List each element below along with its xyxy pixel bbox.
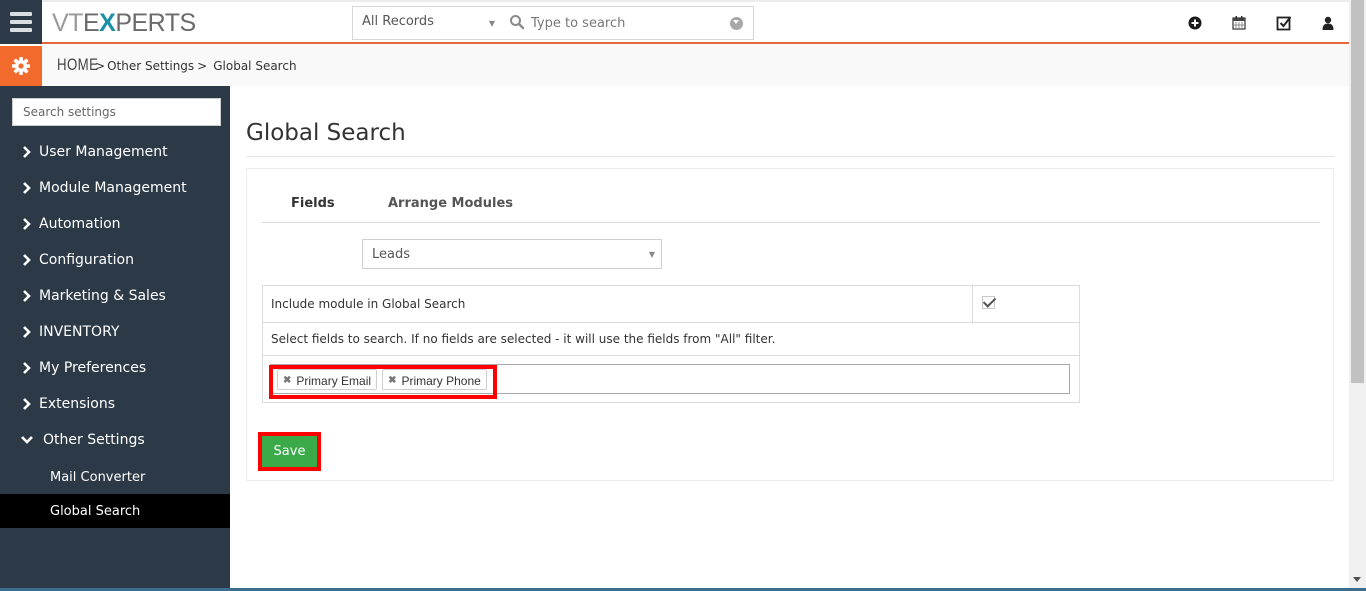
chevron-right-icon <box>23 326 31 338</box>
sidebar-subitem-mail-converter[interactable]: Mail Converter <box>0 460 230 494</box>
page-title: Global Search <box>246 120 406 146</box>
sidebar-item-label: Other Settings <box>43 432 145 448</box>
tab-bar: Fields Arrange Modules <box>262 187 1320 223</box>
sidebar-item-label: Automation <box>39 216 121 232</box>
vertical-scrollbar[interactable] <box>1349 0 1366 591</box>
dropdown-caret-icon: ▼ <box>648 250 655 259</box>
field-tag-label: Primary Phone <box>401 373 481 388</box>
sidebar-item-other-settings[interactable]: Other Settings <box>0 422 230 458</box>
logo-x-mark: X <box>99 9 116 37</box>
breadcrumb: HOME > Other Settings > Global Search <box>57 55 297 75</box>
logo-text: PERTS <box>115 9 196 37</box>
breadcrumb-item-other-settings[interactable]: Other Settings <box>107 59 194 73</box>
settings-sidebar: User Management Module Management Automa… <box>0 86 230 591</box>
module-select[interactable]: Leads ▼ <box>362 239 662 269</box>
tab-fields[interactable]: Fields <box>291 196 335 211</box>
sidebar-item-inventory[interactable]: INVENTORY <box>0 314 230 350</box>
sidebar-item-my-preferences[interactable]: My Preferences <box>0 350 230 386</box>
sidebar-item-configuration[interactable]: Configuration <box>0 242 230 278</box>
selected-fields: ✖ Primary Email ✖ Primary Phone <box>269 365 497 399</box>
records-filter-select[interactable]: All Records ▼ <box>352 6 502 40</box>
include-module-cell <box>972 285 1080 323</box>
main-content: Global Search Fields Arrange Modules Lea… <box>230 86 1349 591</box>
field-tag-primary-phone: ✖ Primary Phone <box>382 369 487 390</box>
tab-arrange-modules[interactable]: Arrange Modules <box>388 196 513 211</box>
sidebar-item-automation[interactable]: Automation <box>0 206 230 242</box>
save-button[interactable]: Save <box>262 436 317 467</box>
hamburger-icon-bar <box>10 28 32 32</box>
sidebar-item-label: Marketing & Sales <box>39 288 166 304</box>
logo-text: E <box>82 9 100 37</box>
task-icon[interactable] <box>1276 15 1292 31</box>
sidebar-subitem-label: Global Search <box>50 503 141 519</box>
global-search-panel: Fields Arrange Modules Leads ▼ Include m… <box>246 168 1334 481</box>
global-search-box <box>501 6 754 40</box>
chevron-right-icon <box>23 290 31 302</box>
hamburger-icon-bar <box>10 12 32 16</box>
sidebar-item-marketing-sales[interactable]: Marketing & Sales <box>0 278 230 314</box>
settings-menu: User Management Module Management Automa… <box>0 134 230 528</box>
add-icon[interactable] <box>1187 15 1203 31</box>
sidebar-subitem-global-search[interactable]: Global Search <box>0 494 230 528</box>
table-row: Include module in Global Search <box>262 285 1080 323</box>
module-settings-table: Include module in Global Search Select f… <box>262 285 1080 403</box>
table-row: Select fields to search. If no fields ar… <box>262 322 1080 356</box>
settings-button[interactable] <box>0 46 42 86</box>
user-icon[interactable] <box>1320 15 1336 31</box>
module-select-value: Leads <box>372 247 411 262</box>
search-settings-input[interactable] <box>12 98 221 126</box>
sidebar-subitem-label: Mail Converter <box>50 469 146 485</box>
scroll-down-arrow-icon[interactable] <box>1353 577 1361 582</box>
chevron-right-icon <box>23 182 31 194</box>
breadcrumb-item-global-search: Global Search <box>213 59 297 73</box>
chevron-right-icon <box>23 218 31 230</box>
sidebar-item-user-management[interactable]: User Management <box>0 134 230 170</box>
sidebar-item-label: My Preferences <box>39 360 147 376</box>
sidebar-item-label: User Management <box>39 144 168 160</box>
top-navbar: VTEXPERTS All Records ▼ <box>0 0 1349 44</box>
fields-select-cell: ✖ Primary Email ✖ Primary Phone <box>262 355 1080 403</box>
search-icon <box>510 15 525 30</box>
global-search-input[interactable] <box>531 13 721 33</box>
sidebar-item-label: INVENTORY <box>39 324 120 340</box>
field-tag-primary-email: ✖ Primary Email <box>277 369 378 390</box>
breadcrumb-home-link[interactable]: HOME <box>57 55 98 75</box>
calendar-icon[interactable] <box>1231 15 1247 31</box>
sidebar-item-module-management[interactable]: Module Management <box>0 170 230 206</box>
records-filter-value: All Records <box>362 14 434 29</box>
chevron-right-icon <box>23 398 31 410</box>
include-module-label: Include module in Global Search <box>262 285 973 323</box>
logo-text: VT <box>52 9 83 37</box>
sidebar-item-label: Extensions <box>39 396 116 412</box>
sidebar-item-label: Configuration <box>39 252 134 268</box>
advanced-search-icon[interactable] <box>730 17 743 30</box>
gear-icon <box>12 57 30 75</box>
remove-tag-icon[interactable]: ✖ <box>388 375 396 386</box>
fields-hint-text: Select fields to search. If no fields ar… <box>262 322 1080 356</box>
chevron-right-icon <box>23 362 31 374</box>
breadcrumb-bar: HOME > Other Settings > Global Search <box>0 46 1349 86</box>
fields-multiselect[interactable]: ✖ Primary Email ✖ Primary Phone <box>269 364 1070 399</box>
title-divider <box>246 156 1334 157</box>
include-module-checkbox[interactable] <box>982 296 995 309</box>
chevron-right-icon <box>23 146 31 158</box>
sidebar-item-label: Module Management <box>39 180 187 196</box>
hamburger-icon-bar <box>10 20 32 24</box>
breadcrumb-separator: > <box>197 59 208 73</box>
remove-tag-icon[interactable]: ✖ <box>283 375 291 386</box>
menu-toggle-button[interactable] <box>0 0 42 44</box>
top-strip <box>0 0 1349 2</box>
scrollbar-thumb[interactable] <box>1351 0 1364 383</box>
table-row: ✖ Primary Email ✖ Primary Phone <box>262 355 1080 403</box>
dropdown-caret-icon: ▼ <box>488 19 495 28</box>
field-tag-label: Primary Email <box>296 373 372 388</box>
chevron-right-icon <box>23 254 31 266</box>
chevron-down-icon <box>21 436 33 444</box>
vtexperts-logo[interactable]: VTEXPERTS <box>52 9 196 37</box>
sidebar-item-extensions[interactable]: Extensions <box>0 386 230 422</box>
annotation-highlight-box: Save <box>258 432 321 471</box>
